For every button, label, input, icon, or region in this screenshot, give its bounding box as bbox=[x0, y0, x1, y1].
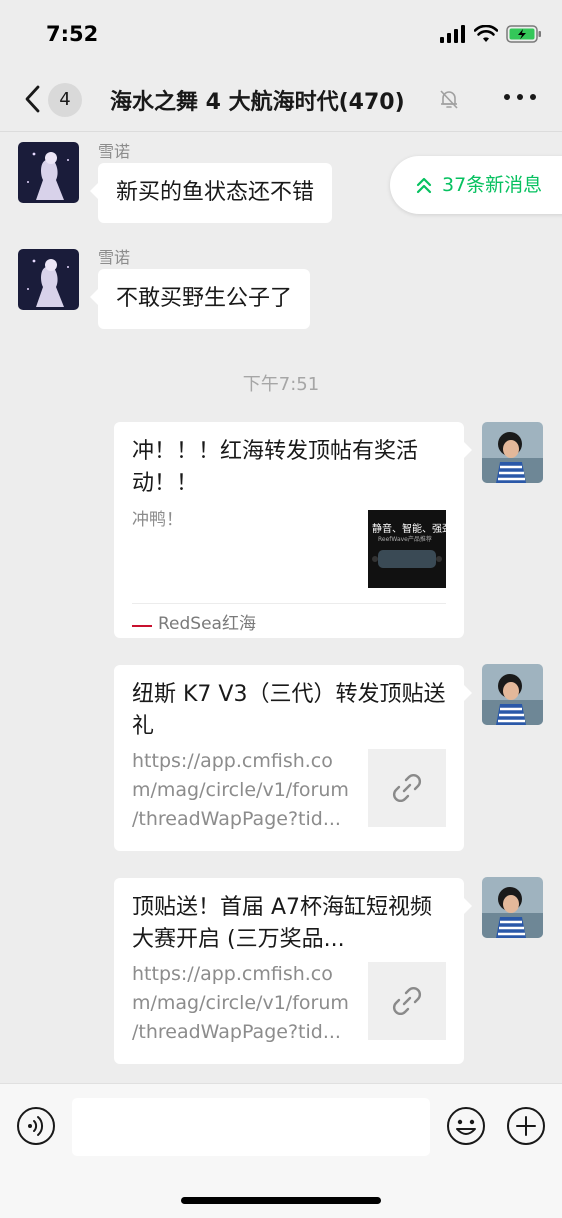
card-title: 纽斯 K7 V3（三代）转发顶贴送礼 bbox=[132, 682, 446, 739]
thumb-headline: 静音、智能、强劲 bbox=[372, 524, 452, 535]
card-desc: 冲鸭！ bbox=[132, 510, 183, 530]
emoji-icon[interactable] bbox=[446, 1106, 486, 1146]
avatar-xuenuo[interactable] bbox=[18, 249, 79, 310]
status-bar: 7:52 bbox=[0, 0, 562, 66]
card-url: https://app.cmfish.co m/mag/circle/v1/fo… bbox=[132, 750, 349, 830]
chat-title: 海水之舞 4 大航海时代(470) bbox=[110, 90, 405, 115]
card-title: 冲！！！红海转发顶帖有奖活动！！ bbox=[132, 439, 419, 496]
double-chevron-up-icon bbox=[416, 177, 432, 194]
avatar-self[interactable] bbox=[482, 422, 543, 483]
plus-icon[interactable] bbox=[506, 1106, 546, 1146]
home-indicator[interactable] bbox=[181, 1197, 381, 1204]
redsea-logo-icon bbox=[132, 616, 152, 627]
sender-name: 雪诺 bbox=[98, 248, 131, 267]
back-chevron-icon[interactable] bbox=[18, 82, 46, 116]
link-icon bbox=[393, 774, 421, 802]
message-input[interactable] bbox=[72, 1098, 430, 1156]
link-icon bbox=[393, 987, 421, 1015]
new-messages-pill[interactable]: 37条新消息 bbox=[390, 156, 562, 214]
message-bubble[interactable]: 不敢买野生公子了 bbox=[89, 269, 311, 329]
more-icon[interactable] bbox=[504, 94, 536, 104]
wifi-icon bbox=[474, 25, 498, 42]
status-time: 7:52 bbox=[46, 22, 99, 46]
avatar-self[interactable] bbox=[482, 664, 543, 725]
thumb-subline: ReefWave产品推荐 bbox=[378, 536, 432, 543]
link-card[interactable]: 顶贴送！首届 A7杯海缸短视频大赛开启 (三万奖品... https://app… bbox=[114, 878, 472, 1064]
card-source: RedSea红海 bbox=[132, 609, 256, 634]
avatar-xuenuo[interactable] bbox=[18, 142, 79, 203]
sender-name: 雪诺 bbox=[98, 142, 131, 161]
card-title: 顶贴送！首届 A7杯海缸短视频大赛开启 (三万奖品... bbox=[132, 895, 433, 952]
status-icons bbox=[440, 24, 542, 44]
card-thumbnail: 静音、智能、强劲 ReefWave产品推荐 bbox=[368, 510, 452, 588]
time-divider: 下午7:51 bbox=[242, 374, 320, 395]
chat-header: 4 海水之舞 4 大航海时代(470) bbox=[0, 66, 562, 132]
link-thumbnail bbox=[368, 962, 446, 1040]
link-thumbnail bbox=[368, 749, 446, 827]
link-card[interactable]: 纽斯 K7 V3（三代）转发顶贴送礼 https://app.cmfish.co… bbox=[114, 665, 472, 851]
new-messages-label: 37条新消息 bbox=[442, 174, 543, 196]
card-url: https://app.cmfish.co m/mag/circle/v1/fo… bbox=[132, 963, 349, 1043]
signal-icon bbox=[440, 25, 465, 43]
battery-icon bbox=[506, 25, 541, 43]
mute-bell-icon bbox=[440, 90, 458, 109]
unread-count-badge[interactable]: 4 bbox=[48, 83, 82, 117]
card-source-name: RedSea红海 bbox=[158, 614, 256, 634]
message-bubble[interactable]: 新买的鱼状态还不错 bbox=[89, 163, 333, 223]
article-card[interactable]: 冲！！！红海转发顶帖有奖活动！！ 冲鸭！ 静音、智能、强劲 ReefWave产品… bbox=[114, 422, 472, 638]
voice-icon[interactable] bbox=[16, 1106, 56, 1146]
avatar-self[interactable] bbox=[482, 877, 543, 938]
